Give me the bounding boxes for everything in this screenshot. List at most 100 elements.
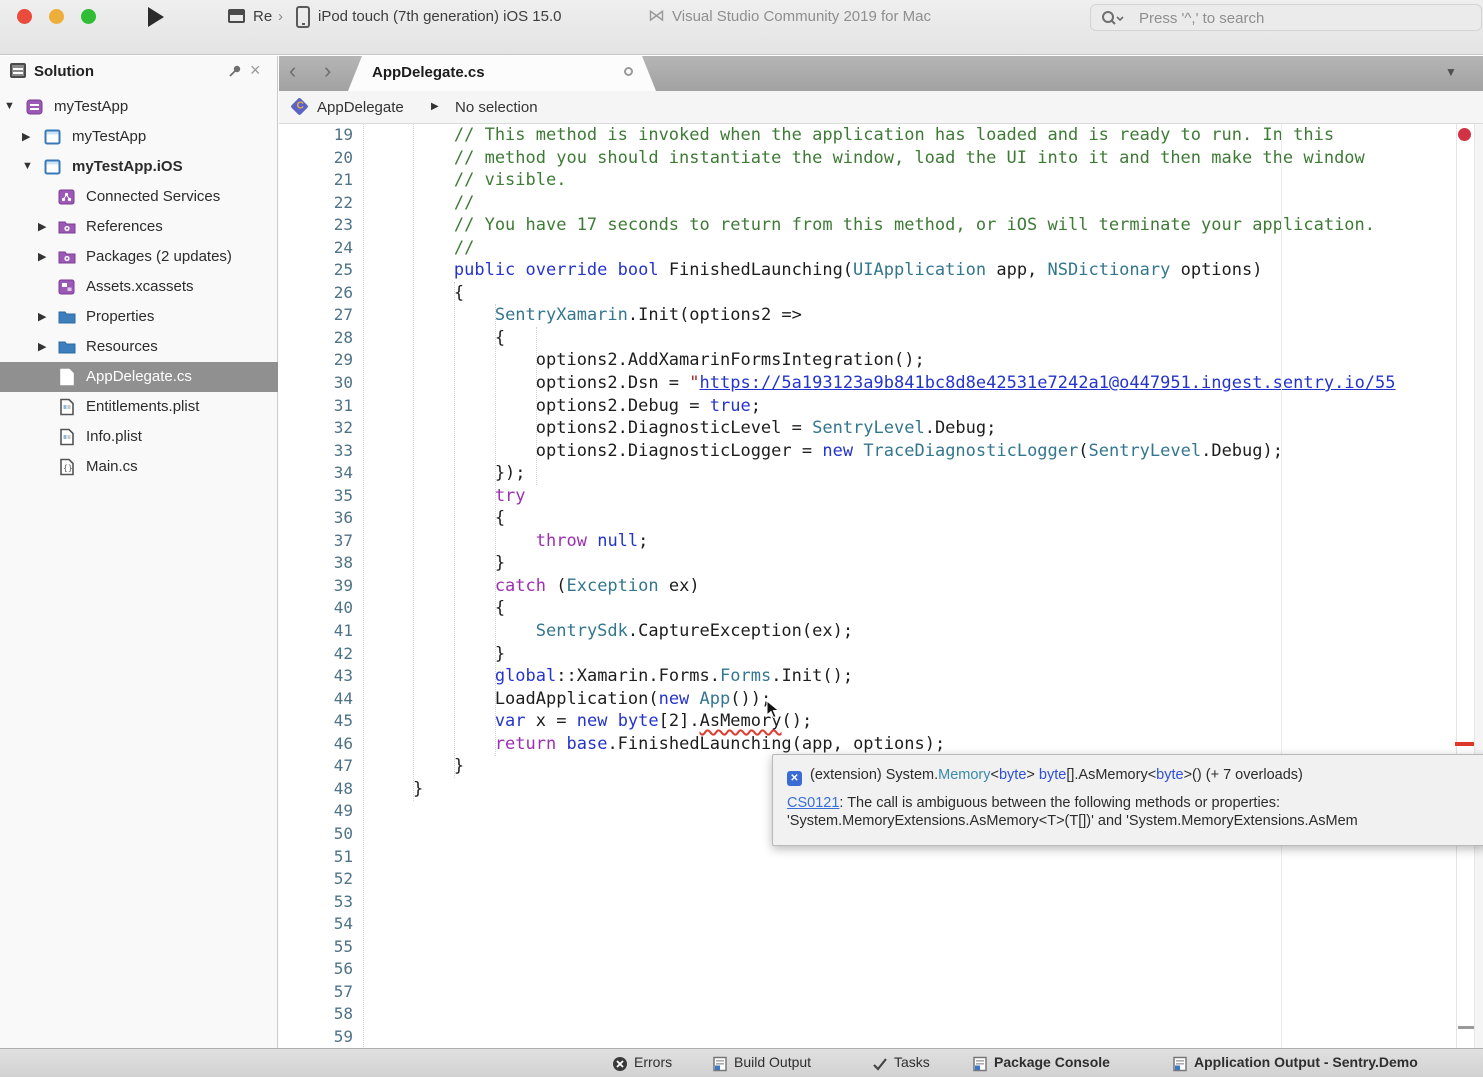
code-line-41[interactable]: 41 SentrySdk.CaptureException(ex); xyxy=(279,620,1483,643)
line-number[interactable]: 57 xyxy=(279,981,353,1004)
line-number[interactable]: 41 xyxy=(279,620,353,643)
line-number[interactable]: 36 xyxy=(279,507,353,530)
device-selector[interactable]: iPod touch (7th generation) iOS 15.0 xyxy=(318,8,562,25)
code-line-21[interactable]: 21 // visible. xyxy=(279,169,1483,192)
code-line-55[interactable]: 55 xyxy=(279,936,1483,959)
pad-button-tasks[interactable]: Tasks xyxy=(872,1054,930,1074)
code-line-28[interactable]: 28 { xyxy=(279,327,1483,350)
line-number[interactable]: 40 xyxy=(279,597,353,620)
line-number[interactable]: 52 xyxy=(279,868,353,891)
line-number[interactable]: 39 xyxy=(279,575,353,598)
code-line-38[interactable]: 38 } xyxy=(279,552,1483,575)
code-line-30[interactable]: 30 options2.Dsn = "https://5a193123a9b84… xyxy=(279,372,1483,395)
minimize-window-button[interactable] xyxy=(49,9,64,24)
navigate-forward-button[interactable]: › xyxy=(324,58,331,84)
code-line-53[interactable]: 53 xyxy=(279,891,1483,914)
pad-button-application-output-sentry-demo[interactable]: Application Output - Sentry.Demo xyxy=(1172,1054,1418,1074)
navigate-back-button[interactable]: ‹ xyxy=(289,58,296,84)
line-number[interactable]: 59 xyxy=(279,1026,353,1048)
line-number[interactable]: 26 xyxy=(279,282,353,305)
pad-button-errors[interactable]: Errors xyxy=(612,1054,672,1074)
sidebar-item-entitlements-plist[interactable]: Entitlements.plist xyxy=(0,392,278,422)
sidebar-item-connected-services[interactable]: Connected Services xyxy=(0,182,278,212)
line-number[interactable]: 27 xyxy=(279,304,353,327)
code-line-32[interactable]: 32 options2.DiagnosticLevel = SentryLeve… xyxy=(279,417,1483,440)
line-number[interactable]: 37 xyxy=(279,530,353,553)
sidebar-item-main-cs[interactable]: {}Main.cs xyxy=(0,452,278,482)
breadcrumb-item-class[interactable]: AppDelegate xyxy=(317,99,404,116)
line-number[interactable]: 45 xyxy=(279,710,353,733)
line-number[interactable]: 20 xyxy=(279,147,353,170)
expand-arrow-icon[interactable]: ▶ xyxy=(38,220,46,233)
sentry-dsn-link[interactable]: https://5a193123a9b841bc8d8e42531e7242a1… xyxy=(700,373,1396,393)
sidebar-item-references[interactable]: ▶References xyxy=(0,212,278,242)
line-number[interactable]: 51 xyxy=(279,846,353,869)
code-line-59[interactable]: 59 xyxy=(279,1026,1483,1048)
expand-arrow-icon[interactable]: ▶ xyxy=(38,310,46,323)
line-number[interactable]: 50 xyxy=(279,823,353,846)
line-number[interactable]: 58 xyxy=(279,1003,353,1026)
line-number[interactable]: 25 xyxy=(279,259,353,282)
sidebar-item-mytestapp-ios[interactable]: ▼myTestApp.iOS xyxy=(0,152,278,182)
line-number[interactable]: 48 xyxy=(279,778,353,801)
line-number[interactable]: 30 xyxy=(279,372,353,395)
sidebar-item-info-plist[interactable]: Info.plist xyxy=(0,422,278,452)
line-number[interactable]: 35 xyxy=(279,485,353,508)
close-window-button[interactable] xyxy=(17,9,32,24)
code-line-29[interactable]: 29 options2.AddXamarinFormsIntegration()… xyxy=(279,349,1483,372)
code-line-39[interactable]: 39 catch (Exception ex) xyxy=(279,575,1483,598)
line-number[interactable]: 28 xyxy=(279,327,353,350)
pad-button-build-output[interactable]: Build Output xyxy=(712,1054,811,1074)
code-line-27[interactable]: 27 SentryXamarin.Init(options2 => xyxy=(279,304,1483,327)
sidebar-item-assets-xcassets[interactable]: Assets.xcassets xyxy=(0,272,278,302)
zoom-window-button[interactable] xyxy=(81,9,96,24)
search-input[interactable]: Press '^,' to search xyxy=(1090,4,1482,31)
line-number[interactable]: 55 xyxy=(279,936,353,959)
code-line-20[interactable]: 20 // method you should instantiate the … xyxy=(279,147,1483,170)
line-number[interactable]: 44 xyxy=(279,688,353,711)
code-line-58[interactable]: 58 xyxy=(279,1003,1483,1026)
line-number[interactable]: 43 xyxy=(279,665,353,688)
sidebar-item-properties[interactable]: ▶Properties xyxy=(0,302,278,332)
code-line-42[interactable]: 42 } xyxy=(279,643,1483,666)
code-line-44[interactable]: 44 LoadApplication(new App()); xyxy=(279,688,1483,711)
line-number[interactable]: 46 xyxy=(279,733,353,756)
pad-button-package-console[interactable]: Package Console xyxy=(972,1054,1110,1074)
line-number[interactable]: 32 xyxy=(279,417,353,440)
code-line-40[interactable]: 40 { xyxy=(279,597,1483,620)
collapse-arrow-icon[interactable]: ▼ xyxy=(22,160,33,172)
line-number[interactable]: 53 xyxy=(279,891,353,914)
tab-overflow-dropdown-icon[interactable]: ▼ xyxy=(1445,65,1457,79)
line-number[interactable]: 47 xyxy=(279,755,353,778)
run-button[interactable] xyxy=(148,7,164,27)
line-number[interactable]: 24 xyxy=(279,237,353,260)
code-line-51[interactable]: 51 xyxy=(279,846,1483,869)
code-line-43[interactable]: 43 global::Xamarin.Forms.Forms.Init(); xyxy=(279,665,1483,688)
line-number[interactable]: 54 xyxy=(279,913,353,936)
code-line-37[interactable]: 37 throw null; xyxy=(279,530,1483,553)
line-number[interactable]: 22 xyxy=(279,192,353,215)
code-line-24[interactable]: 24 // xyxy=(279,237,1483,260)
line-number[interactable]: 56 xyxy=(279,958,353,981)
line-number[interactable]: 23 xyxy=(279,214,353,237)
configuration-selector[interactable]: Re xyxy=(253,8,272,25)
collapse-arrow-icon[interactable]: ▼ xyxy=(4,100,15,112)
sidebar-item-resources[interactable]: ▶Resources xyxy=(0,332,278,362)
line-number[interactable]: 29 xyxy=(279,349,353,372)
expand-arrow-icon[interactable]: ▶ xyxy=(38,250,46,263)
line-number[interactable]: 21 xyxy=(279,169,353,192)
code-line-26[interactable]: 26 { xyxy=(279,282,1483,305)
code-line-35[interactable]: 35 try xyxy=(279,485,1483,508)
expand-arrow-icon[interactable]: ▶ xyxy=(38,340,46,353)
code-line-45[interactable]: 45 var x = new byte[2].AsMemory(); xyxy=(279,710,1483,733)
breadcrumb-item-member[interactable]: No selection xyxy=(455,99,538,116)
close-panel-icon[interactable]: × xyxy=(250,60,261,81)
error-code-link[interactable]: CS0121 xyxy=(787,795,839,811)
sidebar-item-mytestapp[interactable]: ▼myTestApp xyxy=(0,92,278,122)
expand-arrow-icon[interactable]: ▶ xyxy=(22,130,30,143)
code-line-23[interactable]: 23 // You have 17 seconds to return from… xyxy=(279,214,1483,237)
code-editor[interactable]: 19 // This method is invoked when the ap… xyxy=(279,124,1483,1048)
line-number[interactable]: 34 xyxy=(279,462,353,485)
editor-scrollbar[interactable] xyxy=(1474,124,1483,1048)
code-line-25[interactable]: 25 public override bool FinishedLaunchin… xyxy=(279,259,1483,282)
